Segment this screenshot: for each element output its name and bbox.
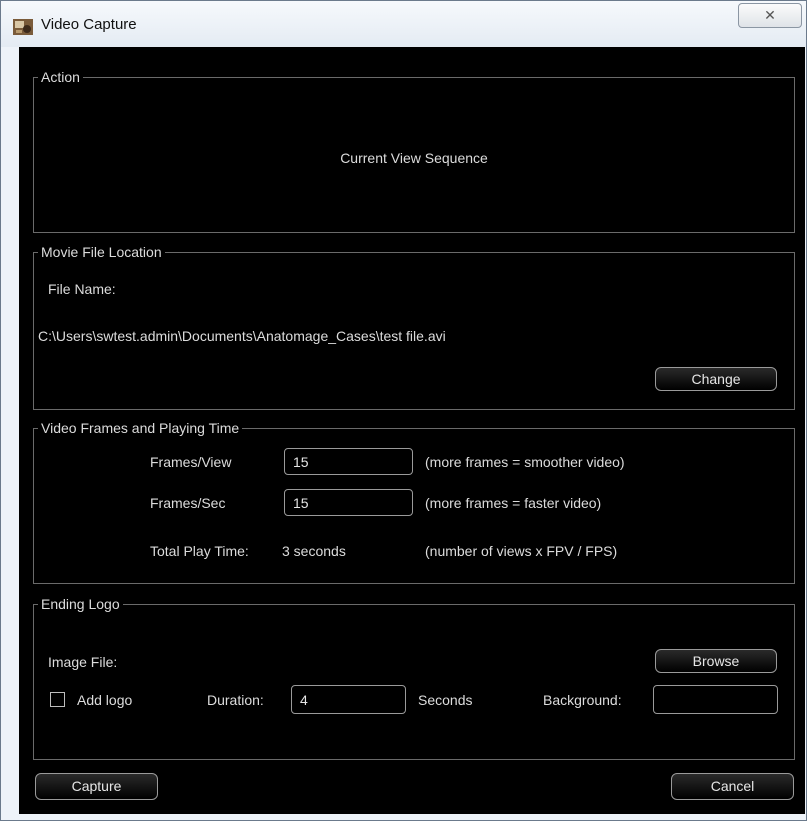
frames-sec-hint: (more frames = faster video) [425, 495, 602, 511]
change-button[interactable]: Change [655, 367, 777, 391]
browse-button[interactable]: Browse [655, 649, 777, 673]
action-legend: Action [38, 68, 83, 86]
file-name-label: File Name: [48, 281, 116, 297]
video-frames-group: Video Frames and Playing Time Frames/Vie… [33, 419, 795, 584]
video-capture-window: Video Capture ✕ Action Current View Sequ… [0, 0, 807, 821]
file-path: C:\Users\swtest.admin\Documents\Anatomag… [38, 328, 446, 344]
total-play-time-label: Total Play Time: [150, 543, 249, 559]
title-bar[interactable]: Video Capture ✕ [1, 1, 806, 47]
video-camera-icon [13, 19, 33, 35]
frames-sec-input[interactable] [284, 489, 413, 516]
action-group: Action Current View Sequence [33, 68, 795, 233]
image-file-label: Image File: [48, 654, 118, 670]
frames-sec-label: Frames/Sec [150, 495, 226, 511]
movie-legend: Movie File Location [38, 243, 165, 261]
frames-view-label: Frames/View [150, 454, 232, 470]
add-logo-checkbox[interactable] [50, 692, 65, 707]
frames-view-hint: (more frames = smoother video) [425, 454, 625, 470]
duration-label: Duration: [207, 692, 264, 708]
duration-input[interactable] [291, 685, 406, 714]
dialog-body: Action Current View Sequence Movie File … [19, 47, 805, 814]
logo-legend: Ending Logo [38, 595, 123, 613]
frames-legend: Video Frames and Playing Time [38, 419, 243, 437]
add-logo-label: Add logo [77, 692, 133, 708]
close-button[interactable]: ✕ [738, 3, 802, 28]
total-play-time-value: 3 seconds [282, 543, 346, 559]
cancel-button[interactable]: Cancel [671, 773, 794, 800]
seconds-label: Seconds [418, 692, 473, 708]
total-play-time-hint: (number of views x FPV / FPS) [425, 543, 618, 559]
action-value: Current View Sequence [340, 150, 488, 166]
ending-logo-group: Ending Logo Image File: Browse Add logo … [33, 595, 795, 760]
background-color-field[interactable] [653, 685, 778, 714]
frames-view-input[interactable] [284, 448, 413, 475]
window-title: Video Capture [41, 16, 137, 33]
capture-button[interactable]: Capture [35, 773, 158, 800]
background-label: Background: [543, 692, 622, 708]
movie-file-location-group: Movie File Location File Name: C:\Users\… [33, 243, 795, 410]
close-icon: ✕ [764, 7, 776, 23]
